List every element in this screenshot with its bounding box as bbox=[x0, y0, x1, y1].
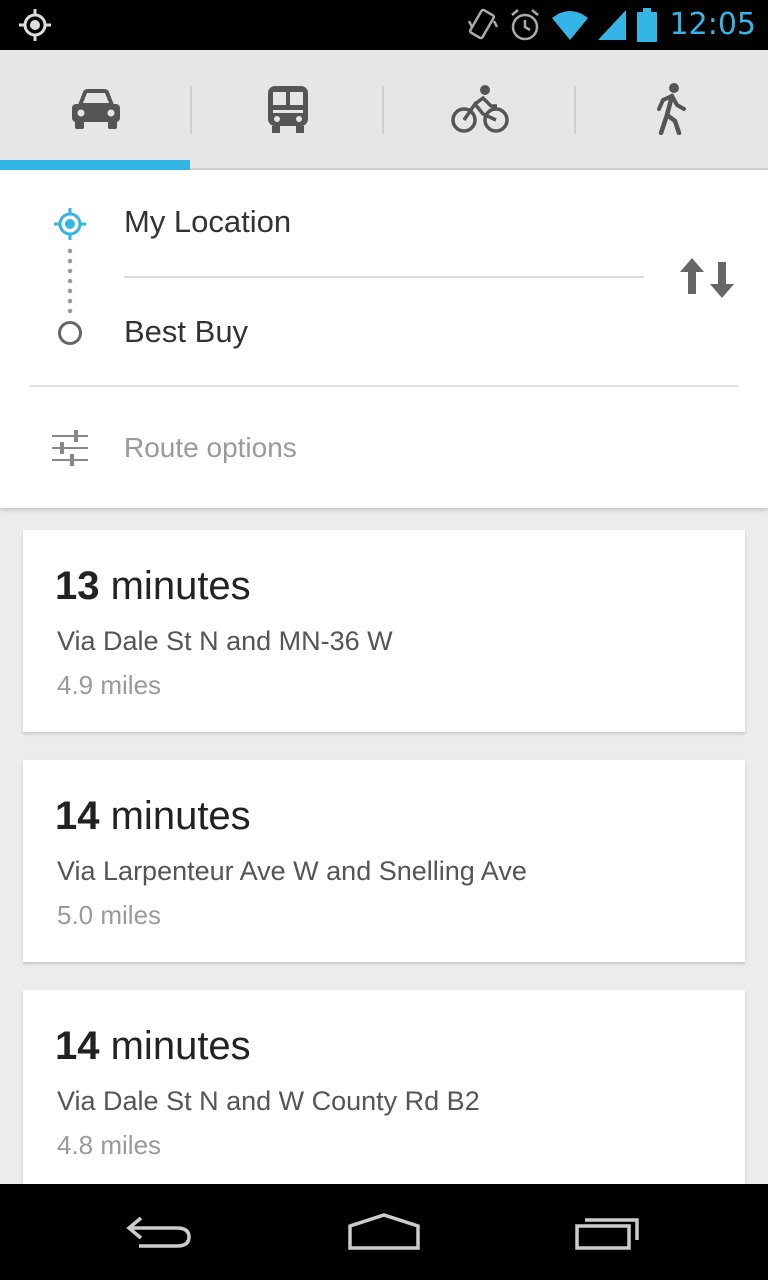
field-divider bbox=[124, 276, 644, 278]
route-duration-value: 13 bbox=[55, 564, 100, 608]
system-nav-bar bbox=[0, 1184, 768, 1280]
tab-driving[interactable] bbox=[0, 50, 192, 168]
bike-icon bbox=[451, 85, 509, 133]
route-duration-unit: minutes bbox=[99, 1024, 251, 1068]
travel-mode-tabs bbox=[0, 50, 768, 170]
directions-card: My Location Best Buy Route options bbox=[0, 170, 768, 508]
location-icon bbox=[19, 9, 51, 41]
route-card[interactable]: 14 minutes Via Larpenteur Ave W and Snel… bbox=[23, 760, 745, 962]
tab-transit[interactable] bbox=[192, 50, 384, 168]
route-connector-dots bbox=[67, 246, 73, 314]
route-duration-unit: minutes bbox=[99, 564, 251, 608]
route-card[interactable]: 13 minutes Via Dale St N and MN-36 W 4.9… bbox=[23, 530, 745, 732]
vibrate-icon bbox=[467, 8, 498, 40]
route-distance: 5.0 miles bbox=[57, 900, 162, 930]
tab-walking[interactable] bbox=[576, 50, 768, 168]
alarm-icon bbox=[510, 9, 539, 41]
route-duration-value: 14 bbox=[55, 1024, 100, 1068]
tab-bicycling[interactable] bbox=[384, 50, 576, 168]
home-button[interactable] bbox=[324, 1204, 444, 1260]
back-button[interactable] bbox=[100, 1204, 220, 1260]
destination-marker-icon bbox=[58, 321, 82, 345]
signal-icon bbox=[597, 10, 626, 40]
transit-icon bbox=[268, 86, 308, 133]
car-icon bbox=[72, 89, 120, 129]
route-distance: 4.9 miles bbox=[57, 670, 162, 700]
destination-field[interactable]: Best Buy bbox=[124, 314, 248, 350]
my-location-marker-icon bbox=[54, 208, 86, 240]
route-duration: 13 minutes bbox=[55, 564, 251, 609]
back-icon bbox=[126, 1216, 191, 1248]
route-duration: 14 minutes bbox=[55, 794, 251, 839]
route-via: Via Dale St N and W County Rd B2 bbox=[57, 1086, 480, 1116]
route-duration-value: 14 bbox=[55, 794, 100, 838]
home-icon bbox=[348, 1213, 420, 1250]
status-clock: 12:05 bbox=[669, 7, 756, 42]
route-via: Via Larpenteur Ave W and Snelling Ave bbox=[57, 856, 527, 886]
route-options-button[interactable]: Route options bbox=[124, 432, 297, 464]
route-duration-unit: minutes bbox=[99, 794, 251, 838]
route-card[interactable]: 14 minutes Via Dale St N and W County Rd… bbox=[23, 990, 745, 1192]
route-via: Via Dale St N and MN-36 W bbox=[57, 626, 393, 656]
walk-icon bbox=[657, 83, 686, 135]
start-location-field[interactable]: My Location bbox=[124, 204, 291, 240]
wifi-icon bbox=[551, 11, 588, 40]
battery-icon bbox=[636, 8, 657, 42]
recent-apps-icon bbox=[575, 1218, 639, 1250]
section-divider bbox=[30, 385, 738, 387]
status-bar: 12:05 bbox=[0, 0, 768, 50]
route-duration: 14 minutes bbox=[55, 1024, 251, 1069]
route-distance: 4.8 miles bbox=[57, 1130, 162, 1160]
swap-icon[interactable] bbox=[676, 254, 740, 302]
sliders-icon bbox=[52, 430, 88, 466]
recent-apps-button[interactable] bbox=[548, 1204, 668, 1260]
selected-tab-indicator bbox=[0, 160, 190, 170]
